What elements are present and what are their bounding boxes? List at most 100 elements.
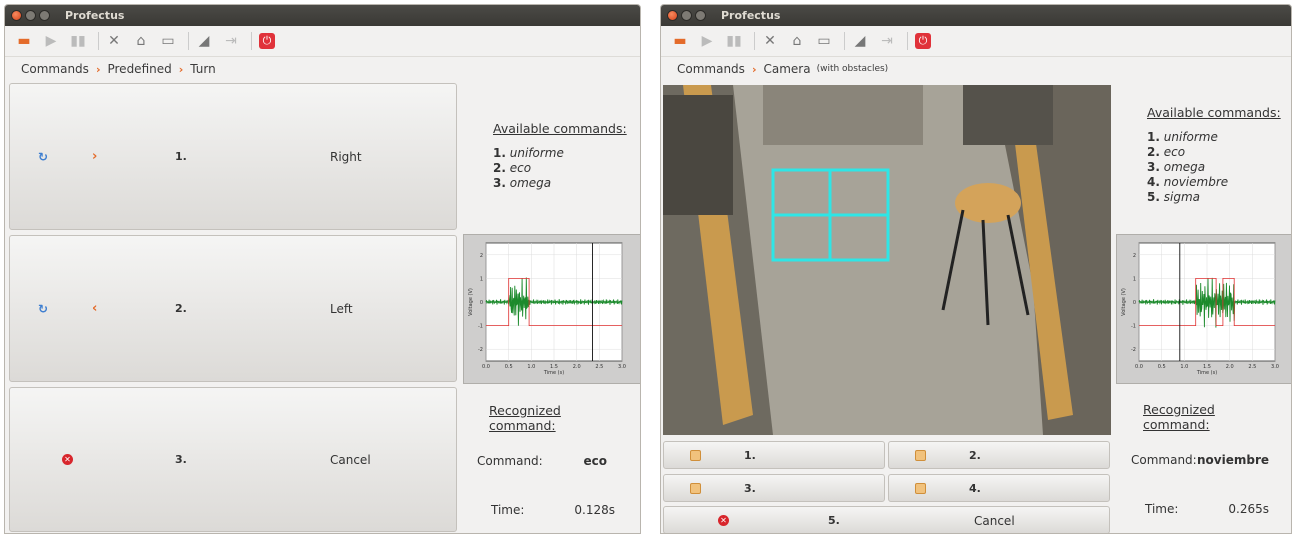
- refresh-icon: ↻: [38, 149, 49, 164]
- home-icon[interactable]: ⌂: [786, 30, 808, 52]
- y-tick-label: -2: [478, 347, 483, 353]
- y-axis-label: Voltage (V): [1121, 288, 1127, 316]
- camera-image: [663, 85, 1111, 435]
- command-label: Right: [330, 149, 362, 164]
- breadcrumb-predefined[interactable]: Predefined: [107, 62, 171, 76]
- list-item: 4. noviembre: [1147, 175, 1229, 189]
- x-tick-label: 2.0: [1226, 364, 1234, 370]
- x-tick-label: 1.0: [527, 364, 535, 370]
- maximize-button[interactable]: [695, 10, 706, 21]
- breadcrumb-camera[interactable]: Camera: [763, 62, 810, 76]
- title-bar: Profectus: [5, 5, 640, 26]
- pause-icon[interactable]: ▮▮: [67, 30, 89, 52]
- home-icon[interactable]: ⌂: [130, 30, 152, 52]
- toolbar-divider: [907, 32, 908, 50]
- x-tick-label: 0.0: [1135, 364, 1143, 370]
- command-row: Command: eco: [477, 454, 607, 468]
- available-commands-panel: Available commands: 1. uniforme 2. eco 3…: [493, 121, 627, 191]
- refresh-icon: ↻: [38, 301, 49, 316]
- volume-icon[interactable]: ◢: [849, 30, 871, 52]
- lock-icon: [915, 450, 926, 461]
- grid-button-4[interactable]: 4.: [888, 474, 1110, 502]
- profectus-window-left: Profectus ▬ ▶ ▮▮ ✕ ⌂ ▭ ◢ ⇥ ⏻ Commands › …: [4, 4, 641, 534]
- tools-icon[interactable]: ✕: [103, 30, 125, 52]
- pause-icon[interactable]: ▮▮: [723, 30, 745, 52]
- close-button[interactable]: [11, 10, 22, 21]
- y-tick-label: 1: [480, 276, 483, 282]
- available-commands-panel: Available commands: 1. uniforme 2. eco 3…: [1147, 105, 1281, 205]
- play-icon[interactable]: ▶: [696, 30, 718, 52]
- y-tick-label: -2: [1131, 347, 1136, 353]
- open-folder-icon[interactable]: ▬: [669, 30, 691, 52]
- command-button-cancel[interactable]: ✕ 3. Cancel: [9, 387, 457, 532]
- available-commands-heading: Available commands:: [493, 121, 627, 136]
- breadcrumb: Commands › Predefined › Turn: [5, 57, 640, 81]
- x-tick-label: 3.0: [1271, 364, 1279, 370]
- minimize-button[interactable]: [25, 10, 36, 21]
- minimize-button[interactable]: [681, 10, 692, 21]
- toolbar: ▬ ▶ ▮▮ ✕ ⌂ ▭ ◢ ⇥ ⏻: [5, 26, 640, 57]
- grid-button-number: 3.: [744, 482, 756, 495]
- camera-view: [663, 85, 1111, 435]
- x-tick-label: 2.0: [573, 364, 581, 370]
- time-value: 0.265s: [1228, 502, 1269, 516]
- command-button-right[interactable]: ↻ › 1. Right: [9, 83, 457, 230]
- cancel-icon: ✕: [62, 454, 73, 465]
- time-label: Time:: [491, 503, 525, 517]
- time-row: Time: 0.128s: [491, 503, 615, 517]
- list-item: 2. eco: [493, 161, 532, 175]
- close-button[interactable]: [667, 10, 678, 21]
- chevron-right-icon: ›: [751, 62, 757, 76]
- command-row: Command: noviembre: [1131, 453, 1269, 467]
- grid-button-3[interactable]: 3.: [663, 474, 885, 502]
- breadcrumb: Commands › Camera (with obstacles): [661, 57, 1291, 81]
- breadcrumb-commands[interactable]: Commands: [21, 62, 89, 76]
- list-item: 1. uniforme: [493, 146, 564, 160]
- time-label: Time:: [1145, 502, 1179, 516]
- x-tick-label: 2.5: [595, 364, 603, 370]
- list-item: 2. eco: [1147, 145, 1186, 159]
- x-axis-label: Time (s): [1196, 370, 1217, 376]
- command-button-left[interactable]: ↻ ‹ 2. Left: [9, 235, 457, 382]
- x-tick-label: 3.0: [618, 364, 626, 370]
- recognized-command-heading: Recognized command:: [489, 403, 561, 433]
- cancel-number: 5.: [828, 514, 840, 527]
- cancel-button[interactable]: ✕ 5. Cancel: [663, 506, 1110, 533]
- toolbar-divider: [844, 32, 845, 50]
- tools-icon[interactable]: ✕: [759, 30, 781, 52]
- x-tick-label: 0.5: [1158, 364, 1166, 370]
- logout-icon[interactable]: ⇥: [220, 30, 242, 52]
- window-title: Profectus: [65, 9, 125, 22]
- available-commands-heading: Available commands:: [1147, 105, 1281, 120]
- list-item: 3. omega: [1147, 160, 1206, 174]
- grid-button-2[interactable]: 2.: [888, 441, 1110, 469]
- time-row: Time: 0.265s: [1145, 502, 1269, 516]
- command-list: 1. uniforme 2. eco 3. omega 4. noviembre…: [1147, 130, 1281, 205]
- toolbar-divider: [754, 32, 755, 50]
- command-value: eco: [583, 454, 608, 468]
- voltage-plot-svg: 0.0 0.5 1.0 1.5 2.0 2.5 3.0210-1-2Time (s)Volt…: [1121, 242, 1279, 376]
- y-tick-label: -1: [478, 324, 483, 330]
- breadcrumb-commands[interactable]: Commands: [677, 62, 745, 76]
- lock-icon: [690, 483, 701, 494]
- x-tick-label: 0.0: [482, 364, 490, 370]
- toolbar-divider: [188, 32, 189, 50]
- volume-icon[interactable]: ◢: [193, 30, 215, 52]
- profectus-window-right: Profectus ▬ ▶ ▮▮ ✕ ⌂ ▭ ◢ ⇥ ⏻ Commands › …: [660, 4, 1292, 534]
- power-icon[interactable]: ⏻: [912, 30, 934, 52]
- maximize-button[interactable]: [39, 10, 50, 21]
- grid-button-number: 4.: [969, 482, 981, 495]
- open-folder-icon[interactable]: ▬: [13, 30, 35, 52]
- window-icon[interactable]: ▭: [157, 30, 179, 52]
- breadcrumb-note: (with obstacles): [816, 64, 889, 74]
- voltage-plot: 0.0 0.5 1.0 1.5 2.0 2.5 3.0 2 1 0 -1 -2 Time (s) Volt…: [1116, 234, 1291, 384]
- y-tick-label: 2: [1133, 253, 1136, 259]
- power-icon[interactable]: ⏻: [256, 30, 278, 52]
- breadcrumb-turn[interactable]: Turn: [190, 62, 215, 76]
- grid-button-1[interactable]: 1.: [663, 441, 885, 469]
- toolbar-divider: [98, 32, 99, 50]
- window-icon[interactable]: ▭: [813, 30, 835, 52]
- logout-icon[interactable]: ⇥: [876, 30, 898, 52]
- lock-icon: [690, 450, 701, 461]
- play-icon[interactable]: ▶: [40, 30, 62, 52]
